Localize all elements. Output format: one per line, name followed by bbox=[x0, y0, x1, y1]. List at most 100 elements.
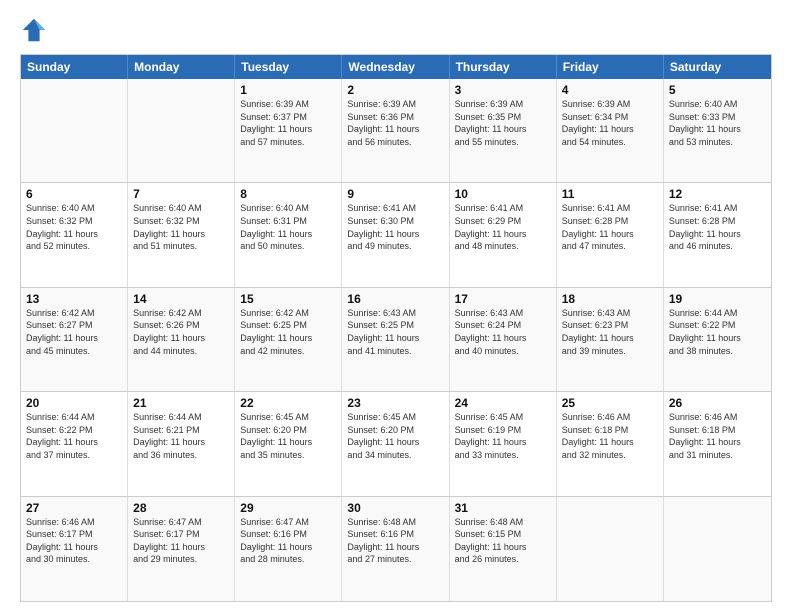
day-cell-31: 31Sunrise: 6:48 AMSunset: 6:15 PMDayligh… bbox=[450, 497, 557, 601]
day-number: 1 bbox=[240, 83, 336, 97]
day-cell-27: 27Sunrise: 6:46 AMSunset: 6:17 PMDayligh… bbox=[21, 497, 128, 601]
day-cell-28: 28Sunrise: 6:47 AMSunset: 6:17 PMDayligh… bbox=[128, 497, 235, 601]
day-cell-29: 29Sunrise: 6:47 AMSunset: 6:16 PMDayligh… bbox=[235, 497, 342, 601]
day-info: Sunrise: 6:48 AMSunset: 6:16 PMDaylight:… bbox=[347, 516, 443, 566]
day-info: Sunrise: 6:44 AMSunset: 6:22 PMDaylight:… bbox=[669, 307, 766, 357]
day-number: 6 bbox=[26, 187, 122, 201]
day-cell-12: 12Sunrise: 6:41 AMSunset: 6:28 PMDayligh… bbox=[664, 183, 771, 286]
day-cell-20: 20Sunrise: 6:44 AMSunset: 6:22 PMDayligh… bbox=[21, 392, 128, 495]
day-info: Sunrise: 6:42 AMSunset: 6:26 PMDaylight:… bbox=[133, 307, 229, 357]
calendar: SundayMondayTuesdayWednesdayThursdayFrid… bbox=[20, 54, 772, 602]
day-info: Sunrise: 6:40 AMSunset: 6:31 PMDaylight:… bbox=[240, 202, 336, 252]
day-number: 30 bbox=[347, 501, 443, 515]
day-number: 4 bbox=[562, 83, 658, 97]
header-day-wednesday: Wednesday bbox=[342, 55, 449, 79]
day-info: Sunrise: 6:41 AMSunset: 6:28 PMDaylight:… bbox=[562, 202, 658, 252]
header-day-saturday: Saturday bbox=[664, 55, 771, 79]
day-cell-2: 2Sunrise: 6:39 AMSunset: 6:36 PMDaylight… bbox=[342, 79, 449, 182]
day-cell-8: 8Sunrise: 6:40 AMSunset: 6:31 PMDaylight… bbox=[235, 183, 342, 286]
day-number: 21 bbox=[133, 396, 229, 410]
header-day-friday: Friday bbox=[557, 55, 664, 79]
day-info: Sunrise: 6:44 AMSunset: 6:21 PMDaylight:… bbox=[133, 411, 229, 461]
day-number: 8 bbox=[240, 187, 336, 201]
day-info: Sunrise: 6:43 AMSunset: 6:23 PMDaylight:… bbox=[562, 307, 658, 357]
header-day-thursday: Thursday bbox=[450, 55, 557, 79]
week-row-2: 6Sunrise: 6:40 AMSunset: 6:32 PMDaylight… bbox=[21, 183, 771, 287]
day-info: Sunrise: 6:41 AMSunset: 6:29 PMDaylight:… bbox=[455, 202, 551, 252]
day-info: Sunrise: 6:45 AMSunset: 6:20 PMDaylight:… bbox=[240, 411, 336, 461]
day-number: 7 bbox=[133, 187, 229, 201]
header bbox=[20, 16, 772, 44]
day-cell-15: 15Sunrise: 6:42 AMSunset: 6:25 PMDayligh… bbox=[235, 288, 342, 391]
day-info: Sunrise: 6:45 AMSunset: 6:20 PMDaylight:… bbox=[347, 411, 443, 461]
day-number: 11 bbox=[562, 187, 658, 201]
week-row-5: 27Sunrise: 6:46 AMSunset: 6:17 PMDayligh… bbox=[21, 497, 771, 601]
logo-icon bbox=[20, 16, 48, 44]
day-info: Sunrise: 6:43 AMSunset: 6:24 PMDaylight:… bbox=[455, 307, 551, 357]
day-cell-18: 18Sunrise: 6:43 AMSunset: 6:23 PMDayligh… bbox=[557, 288, 664, 391]
day-number: 28 bbox=[133, 501, 229, 515]
day-number: 22 bbox=[240, 396, 336, 410]
day-number: 17 bbox=[455, 292, 551, 306]
day-cell-13: 13Sunrise: 6:42 AMSunset: 6:27 PMDayligh… bbox=[21, 288, 128, 391]
day-cell-22: 22Sunrise: 6:45 AMSunset: 6:20 PMDayligh… bbox=[235, 392, 342, 495]
day-number: 24 bbox=[455, 396, 551, 410]
day-cell-23: 23Sunrise: 6:45 AMSunset: 6:20 PMDayligh… bbox=[342, 392, 449, 495]
day-cell-30: 30Sunrise: 6:48 AMSunset: 6:16 PMDayligh… bbox=[342, 497, 449, 601]
day-cell-25: 25Sunrise: 6:46 AMSunset: 6:18 PMDayligh… bbox=[557, 392, 664, 495]
week-row-3: 13Sunrise: 6:42 AMSunset: 6:27 PMDayligh… bbox=[21, 288, 771, 392]
day-cell-7: 7Sunrise: 6:40 AMSunset: 6:32 PMDaylight… bbox=[128, 183, 235, 286]
day-info: Sunrise: 6:39 AMSunset: 6:36 PMDaylight:… bbox=[347, 98, 443, 148]
day-number: 10 bbox=[455, 187, 551, 201]
header-day-sunday: Sunday bbox=[21, 55, 128, 79]
day-number: 5 bbox=[669, 83, 766, 97]
day-number: 14 bbox=[133, 292, 229, 306]
empty-cell bbox=[557, 497, 664, 601]
day-info: Sunrise: 6:46 AMSunset: 6:18 PMDaylight:… bbox=[669, 411, 766, 461]
day-info: Sunrise: 6:39 AMSunset: 6:34 PMDaylight:… bbox=[562, 98, 658, 148]
day-number: 26 bbox=[669, 396, 766, 410]
day-info: Sunrise: 6:46 AMSunset: 6:18 PMDaylight:… bbox=[562, 411, 658, 461]
empty-cell bbox=[128, 79, 235, 182]
day-cell-16: 16Sunrise: 6:43 AMSunset: 6:25 PMDayligh… bbox=[342, 288, 449, 391]
day-cell-24: 24Sunrise: 6:45 AMSunset: 6:19 PMDayligh… bbox=[450, 392, 557, 495]
day-info: Sunrise: 6:40 AMSunset: 6:32 PMDaylight:… bbox=[26, 202, 122, 252]
day-cell-21: 21Sunrise: 6:44 AMSunset: 6:21 PMDayligh… bbox=[128, 392, 235, 495]
day-info: Sunrise: 6:40 AMSunset: 6:33 PMDaylight:… bbox=[669, 98, 766, 148]
day-cell-5: 5Sunrise: 6:40 AMSunset: 6:33 PMDaylight… bbox=[664, 79, 771, 182]
day-info: Sunrise: 6:47 AMSunset: 6:17 PMDaylight:… bbox=[133, 516, 229, 566]
logo bbox=[20, 16, 52, 44]
day-number: 13 bbox=[26, 292, 122, 306]
day-info: Sunrise: 6:39 AMSunset: 6:37 PMDaylight:… bbox=[240, 98, 336, 148]
day-number: 18 bbox=[562, 292, 658, 306]
day-cell-19: 19Sunrise: 6:44 AMSunset: 6:22 PMDayligh… bbox=[664, 288, 771, 391]
day-number: 29 bbox=[240, 501, 336, 515]
week-row-1: 1Sunrise: 6:39 AMSunset: 6:37 PMDaylight… bbox=[21, 79, 771, 183]
day-cell-9: 9Sunrise: 6:41 AMSunset: 6:30 PMDaylight… bbox=[342, 183, 449, 286]
calendar-header: SundayMondayTuesdayWednesdayThursdayFrid… bbox=[21, 55, 771, 79]
day-number: 25 bbox=[562, 396, 658, 410]
day-info: Sunrise: 6:41 AMSunset: 6:30 PMDaylight:… bbox=[347, 202, 443, 252]
day-cell-26: 26Sunrise: 6:46 AMSunset: 6:18 PMDayligh… bbox=[664, 392, 771, 495]
day-info: Sunrise: 6:40 AMSunset: 6:32 PMDaylight:… bbox=[133, 202, 229, 252]
day-info: Sunrise: 6:44 AMSunset: 6:22 PMDaylight:… bbox=[26, 411, 122, 461]
day-cell-3: 3Sunrise: 6:39 AMSunset: 6:35 PMDaylight… bbox=[450, 79, 557, 182]
day-cell-4: 4Sunrise: 6:39 AMSunset: 6:34 PMDaylight… bbox=[557, 79, 664, 182]
day-info: Sunrise: 6:39 AMSunset: 6:35 PMDaylight:… bbox=[455, 98, 551, 148]
day-info: Sunrise: 6:43 AMSunset: 6:25 PMDaylight:… bbox=[347, 307, 443, 357]
day-number: 12 bbox=[669, 187, 766, 201]
day-number: 27 bbox=[26, 501, 122, 515]
day-cell-6: 6Sunrise: 6:40 AMSunset: 6:32 PMDaylight… bbox=[21, 183, 128, 286]
day-info: Sunrise: 6:45 AMSunset: 6:19 PMDaylight:… bbox=[455, 411, 551, 461]
day-cell-11: 11Sunrise: 6:41 AMSunset: 6:28 PMDayligh… bbox=[557, 183, 664, 286]
day-number: 19 bbox=[669, 292, 766, 306]
day-info: Sunrise: 6:47 AMSunset: 6:16 PMDaylight:… bbox=[240, 516, 336, 566]
calendar-body: 1Sunrise: 6:39 AMSunset: 6:37 PMDaylight… bbox=[21, 79, 771, 601]
day-info: Sunrise: 6:42 AMSunset: 6:27 PMDaylight:… bbox=[26, 307, 122, 357]
empty-cell bbox=[21, 79, 128, 182]
day-cell-10: 10Sunrise: 6:41 AMSunset: 6:29 PMDayligh… bbox=[450, 183, 557, 286]
header-day-monday: Monday bbox=[128, 55, 235, 79]
day-cell-14: 14Sunrise: 6:42 AMSunset: 6:26 PMDayligh… bbox=[128, 288, 235, 391]
day-info: Sunrise: 6:41 AMSunset: 6:28 PMDaylight:… bbox=[669, 202, 766, 252]
day-number: 9 bbox=[347, 187, 443, 201]
